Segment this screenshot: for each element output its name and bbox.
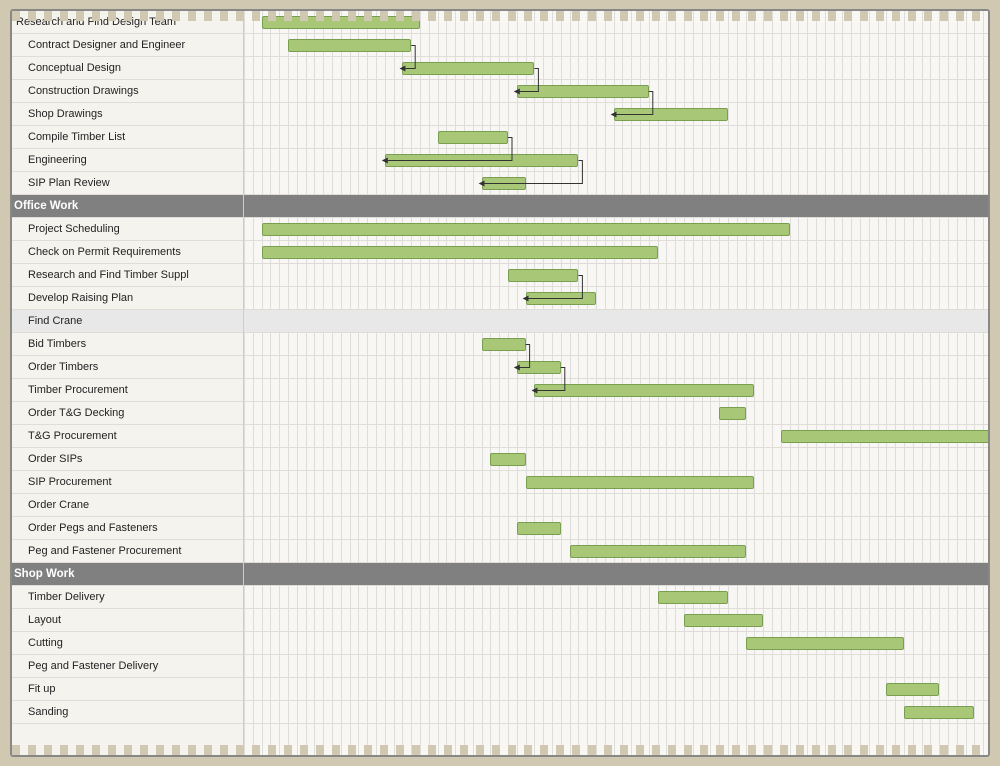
chart-row bbox=[244, 494, 988, 517]
chart-row bbox=[244, 678, 988, 701]
task-row: Peg and Fastener Delivery bbox=[12, 655, 243, 678]
task-row: Order Pegs and Fasteners bbox=[12, 517, 243, 540]
chart-row bbox=[244, 471, 988, 494]
gantt-bar bbox=[886, 683, 939, 696]
chart-row bbox=[244, 701, 988, 724]
chart-row bbox=[244, 287, 988, 310]
task-row: Order SIPs bbox=[12, 448, 243, 471]
task-row: Cutting bbox=[12, 632, 243, 655]
chart-row bbox=[244, 195, 988, 218]
chart-row bbox=[244, 149, 988, 172]
chart-row bbox=[244, 563, 988, 586]
task-row: Sanding bbox=[12, 701, 243, 724]
task-row: Office Work bbox=[12, 195, 243, 218]
chart-row bbox=[244, 448, 988, 471]
gantt-bar bbox=[658, 591, 728, 604]
chart-row bbox=[244, 310, 988, 333]
task-row: Order Timbers bbox=[12, 356, 243, 379]
gantt-bar bbox=[262, 16, 420, 29]
chart-row bbox=[244, 425, 988, 448]
task-row: Project Scheduling bbox=[12, 218, 243, 241]
gantt-bar bbox=[517, 522, 561, 535]
task-list: Research and Find Design TeamContract De… bbox=[12, 11, 244, 755]
chart-row bbox=[244, 241, 988, 264]
chart-row bbox=[244, 80, 988, 103]
gantt-bar bbox=[490, 453, 525, 466]
gantt-bar bbox=[534, 384, 754, 397]
task-row: Peg and Fastener Procurement bbox=[12, 540, 243, 563]
chart-row bbox=[244, 609, 988, 632]
task-row: SIP Procurement bbox=[12, 471, 243, 494]
chart-row bbox=[244, 172, 988, 195]
chart-row bbox=[244, 517, 988, 540]
chart-row bbox=[244, 218, 988, 241]
chart-row bbox=[244, 586, 988, 609]
task-row: Contract Designer and Engineer bbox=[12, 34, 243, 57]
chart-row bbox=[244, 34, 988, 57]
chart-area bbox=[244, 11, 988, 755]
task-row: Check on Permit Requirements bbox=[12, 241, 243, 264]
gantt-bar bbox=[288, 39, 411, 52]
chart-row bbox=[244, 540, 988, 563]
task-row: Bid Timbers bbox=[12, 333, 243, 356]
task-row: Research and Find Design Team bbox=[12, 11, 243, 34]
gantt-bar bbox=[781, 430, 988, 443]
task-row: SIP Plan Review bbox=[12, 172, 243, 195]
task-row: Develop Raising Plan bbox=[12, 287, 243, 310]
gantt-bar bbox=[517, 361, 561, 374]
chart-row bbox=[244, 103, 988, 126]
task-row: Compile Timber List bbox=[12, 126, 243, 149]
gantt-bar bbox=[262, 246, 658, 259]
gantt-bar bbox=[746, 637, 904, 650]
gantt-bar bbox=[684, 614, 763, 627]
task-row: Order Crane bbox=[12, 494, 243, 517]
gantt-bar bbox=[438, 131, 508, 144]
task-row: Layout bbox=[12, 609, 243, 632]
gantt-chart: Research and Find Design TeamContract De… bbox=[10, 9, 990, 757]
chart-row bbox=[244, 632, 988, 655]
gantt-bar bbox=[614, 108, 728, 121]
chart-row bbox=[244, 379, 988, 402]
chart-row bbox=[244, 264, 988, 287]
task-row: Fit up bbox=[12, 678, 243, 701]
task-row: T&G Procurement bbox=[12, 425, 243, 448]
task-row: Construction Drawings bbox=[12, 80, 243, 103]
gantt-bar bbox=[262, 223, 790, 236]
task-row: Shop Work bbox=[12, 563, 243, 586]
gantt-bar bbox=[526, 476, 755, 489]
gantt-bar bbox=[719, 407, 745, 420]
task-row: Conceptual Design bbox=[12, 57, 243, 80]
task-row: Find Crane bbox=[12, 310, 243, 333]
task-row: Order T&G Decking bbox=[12, 402, 243, 425]
gantt-bar bbox=[482, 177, 526, 190]
chart-row bbox=[244, 57, 988, 80]
gantt-bar bbox=[904, 706, 974, 719]
task-row: Timber Procurement bbox=[12, 379, 243, 402]
gantt-bar bbox=[517, 85, 649, 98]
gantt-bar bbox=[385, 154, 579, 167]
task-row: Timber Delivery bbox=[12, 586, 243, 609]
chart-row bbox=[244, 402, 988, 425]
gantt-bar bbox=[508, 269, 578, 282]
task-row: Shop Drawings bbox=[12, 103, 243, 126]
gantt-bar bbox=[402, 62, 534, 75]
chart-row bbox=[244, 11, 988, 34]
task-row: Research and Find Timber Suppl bbox=[12, 264, 243, 287]
gantt-bar bbox=[482, 338, 526, 351]
chart-row bbox=[244, 126, 988, 149]
task-row: Engineering bbox=[12, 149, 243, 172]
chart-row bbox=[244, 356, 988, 379]
chart-row bbox=[244, 333, 988, 356]
gantt-bar bbox=[526, 292, 596, 305]
gantt-bar bbox=[570, 545, 746, 558]
chart-row bbox=[244, 655, 988, 678]
